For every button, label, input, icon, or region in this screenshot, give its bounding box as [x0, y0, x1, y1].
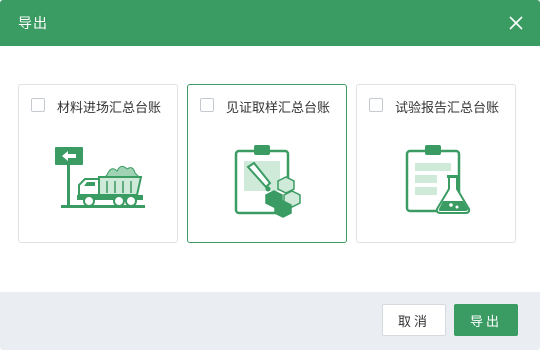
- option-label: 见证取样汇总台账: [226, 101, 331, 116]
- clipboard-flask-icon: [405, 145, 471, 214]
- option-card-test-report[interactable]: 试验报告汇总台账: [356, 84, 516, 243]
- export-dialog: 导出 材料进场汇总台账 见证取样汇总台账 试验报告汇总台账 取消 导出: [0, 0, 540, 350]
- dialog-body: 材料进场汇总台账 见证取样汇总台账 试验报告汇总台账: [0, 46, 540, 292]
- export-button[interactable]: 导出: [454, 304, 518, 336]
- clipboard-dropper-cubes-icon: [234, 145, 301, 218]
- option-card-witness-sampling[interactable]: 见证取样汇总台账: [187, 84, 347, 243]
- option-label: 材料进场汇总台账: [57, 101, 162, 116]
- option-checkbox[interactable]: [369, 98, 383, 112]
- dialog-title: 导出: [18, 16, 48, 32]
- dialog-header: 导出: [0, 0, 540, 46]
- close-icon[interactable]: [506, 13, 526, 33]
- option-checkbox[interactable]: [200, 98, 214, 112]
- option-checkbox[interactable]: [31, 98, 45, 112]
- cancel-button[interactable]: 取消: [382, 304, 446, 336]
- dialog-footer: 取消 导出: [0, 292, 540, 350]
- option-label: 试验报告汇总台账: [395, 101, 500, 116]
- option-card-material-entry[interactable]: 材料进场汇总台账: [18, 84, 178, 243]
- truck-sign-icon: [55, 147, 145, 208]
